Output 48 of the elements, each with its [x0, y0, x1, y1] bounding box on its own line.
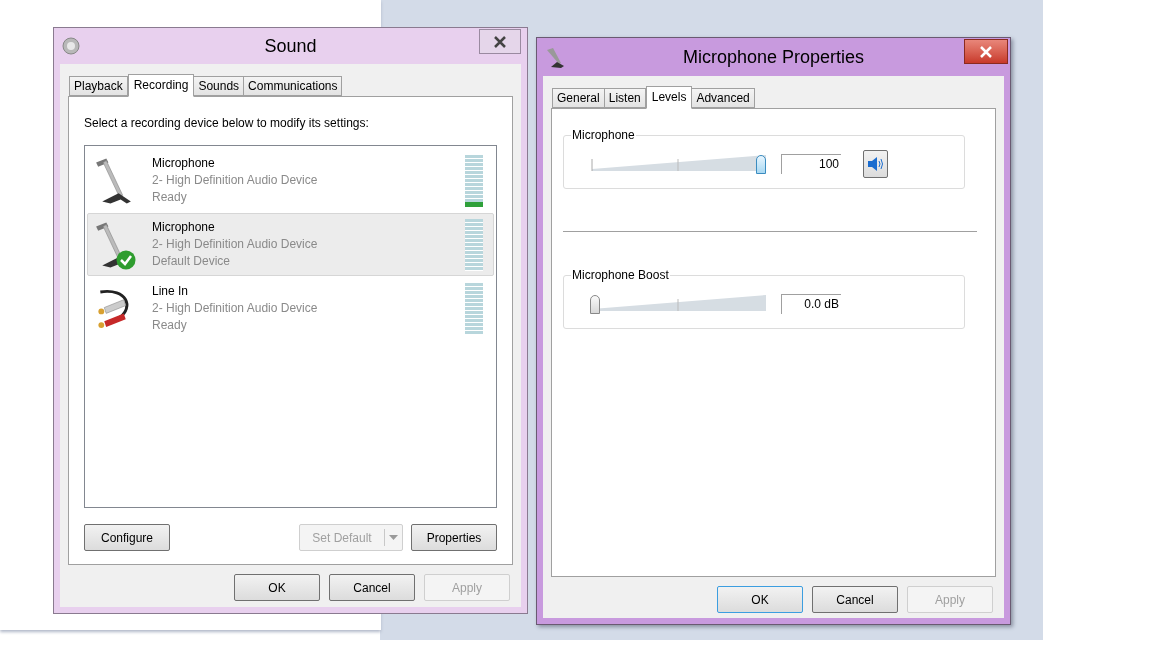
- speaker-button[interactable]: [863, 150, 888, 178]
- tab[interactable]: Sounds: [193, 76, 245, 96]
- dialog-button[interactable]: OK: [717, 586, 803, 613]
- dialog-button[interactable]: OK: [234, 574, 320, 601]
- device-description: 2- High Definition Audio Device: [152, 236, 318, 253]
- close-button[interactable]: [964, 39, 1008, 64]
- close-button[interactable]: [479, 29, 521, 54]
- device-description: 2- High Definition Audio Device: [152, 300, 318, 317]
- tab[interactable]: Levels: [645, 86, 693, 109]
- close-icon: [979, 45, 993, 58]
- tab[interactable]: Playback: [69, 76, 128, 96]
- device-row[interactable]: Line In 2- High Definition Audio Device Ready: [87, 277, 494, 340]
- slider-thumb[interactable]: [590, 295, 600, 314]
- level-meter: [465, 282, 483, 335]
- device-status: Default Device: [152, 253, 232, 270]
- device-description: 2- High Definition Audio Device: [152, 172, 318, 189]
- dialog-button[interactable]: Cancel: [329, 574, 415, 601]
- tab[interactable]: Communications: [243, 76, 343, 96]
- speaker-icon: [866, 156, 885, 172]
- device-row[interactable]: Microphone 2- High Definition Audio Device Ready: [87, 149, 494, 212]
- group-label: Microphone Boost: [571, 267, 670, 283]
- microphone-icon: [545, 47, 565, 69]
- caret-icon: [389, 535, 398, 540]
- tab[interactable]: Recording: [127, 74, 195, 97]
- dialog-button[interactable]: Configure: [84, 524, 170, 551]
- group-label: Microphone: [571, 127, 636, 143]
- instruction-text: Select a recording device below to modify its settings:: [84, 115, 370, 132]
- device-name: Line In: [152, 283, 190, 300]
- tab[interactable]: General: [552, 88, 605, 108]
- close-icon: [493, 35, 507, 48]
- device-status: Ready: [152, 317, 188, 334]
- microphone-icon: [96, 157, 132, 204]
- device-name: Microphone: [152, 155, 216, 172]
- device-name: Microphone: [152, 219, 216, 236]
- dialog-button[interactable]: Cancel: [812, 586, 898, 613]
- window-title: Sound: [264, 34, 317, 58]
- level-meter: [465, 218, 483, 271]
- tab[interactable]: Advanced: [691, 88, 755, 108]
- device-status: Ready: [152, 189, 188, 206]
- device-list[interactable]: Microphone 2- High Definition Audio Device Ready Microphone 2- High Definition Audio Device Default Device Line In 2- High Definition Audio Device Ready: [84, 145, 497, 508]
- value-field[interactable]: 0.0 dB: [781, 294, 841, 314]
- dialog-button[interactable]: Properties: [411, 524, 497, 551]
- tab[interactable]: Listen: [603, 88, 646, 108]
- slider-thumb[interactable]: [756, 155, 766, 174]
- device-row[interactable]: Microphone 2- High Definition Audio Device Default Device: [87, 213, 494, 276]
- window-title: Microphone Properties: [682, 45, 865, 69]
- speaker-icon: [62, 37, 80, 55]
- value-field[interactable]: 100: [781, 154, 841, 174]
